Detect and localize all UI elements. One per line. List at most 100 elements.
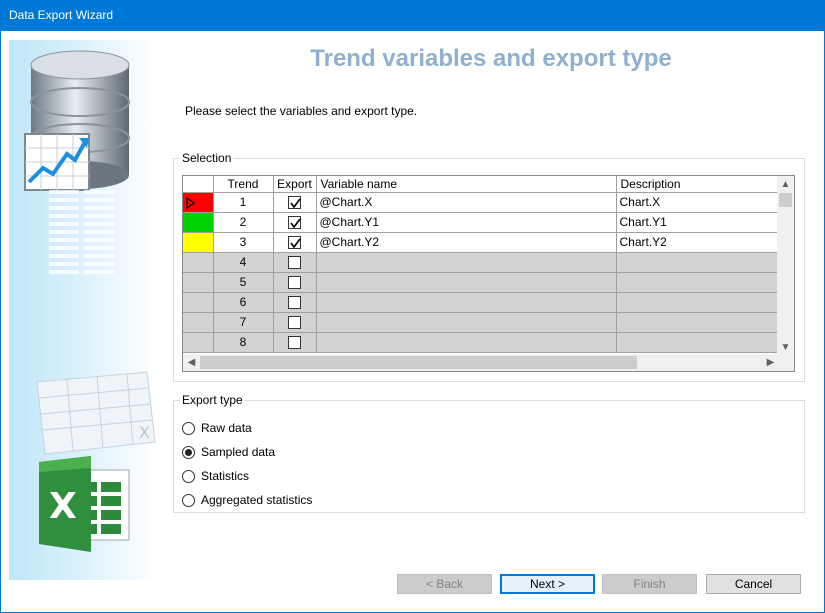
selection-group-label: Selection (180, 151, 234, 165)
export-cell[interactable] (273, 192, 317, 213)
trend-number-cell[interactable]: 6 (213, 292, 274, 313)
radio-button[interactable] (182, 469, 195, 483)
side-banner: X X (9, 40, 157, 580)
variable-name-cell[interactable]: @Chart.Y2 (316, 232, 617, 253)
export-cell[interactable] (273, 332, 317, 353)
radio-label[interactable]: Sampled data (201, 445, 275, 459)
export-checkbox[interactable] (288, 196, 301, 210)
description-cell[interactable] (616, 292, 780, 313)
trend-color-cell[interactable] (183, 232, 214, 253)
table-row[interactable]: 7 (183, 312, 780, 333)
trend-color-cell[interactable] (183, 292, 214, 313)
vertical-scroll-thumb[interactable] (779, 193, 792, 207)
trend-color-cell[interactable] (183, 192, 214, 213)
export-cell[interactable] (273, 292, 317, 313)
grid-vertical-scrollbar[interactable]: ▲ ▼ (777, 176, 794, 356)
instruction-text: Please select the variables and export t… (185, 104, 418, 118)
variable-name-cell[interactable] (316, 272, 617, 293)
export-cell[interactable] (273, 252, 317, 273)
radio-label[interactable]: Aggregated statistics (201, 493, 312, 507)
scroll-up-icon[interactable]: ▲ (777, 176, 794, 193)
trend-number-cell[interactable]: 3 (213, 232, 274, 253)
checkmark-icon (290, 198, 301, 209)
trend-number-cell[interactable]: 8 (213, 332, 274, 353)
variables-grid[interactable]: Trend Export Variable name Description 1… (182, 175, 795, 372)
column-header-description[interactable]: Description (616, 176, 780, 193)
back-button[interactable]: < Back (397, 574, 492, 594)
trend-number-cell[interactable]: 5 (213, 272, 274, 293)
finish-button[interactable]: Finish (602, 574, 697, 594)
scroll-left-icon[interactable]: ◀ (183, 354, 200, 371)
description-cell[interactable] (616, 272, 780, 293)
description-cell[interactable] (616, 312, 780, 333)
decorative-numbers (49, 190, 129, 303)
radio-button[interactable] (182, 493, 195, 507)
column-header-trend[interactable]: Trend (213, 176, 274, 193)
cancel-button[interactable]: Cancel (706, 574, 801, 594)
export-type-option[interactable]: Raw data (182, 420, 252, 436)
trend-color-cell[interactable] (183, 332, 214, 353)
export-checkbox[interactable] (288, 296, 301, 310)
radio-button[interactable] (182, 445, 195, 459)
grid-horizontal-scrollbar[interactable]: ◀ ▶ (183, 354, 779, 371)
current-row-icon (183, 195, 196, 209)
export-cell[interactable] (273, 312, 317, 333)
export-type-option[interactable]: Aggregated statistics (182, 492, 312, 508)
export-type-option[interactable]: Sampled data (182, 444, 275, 460)
table-row[interactable]: 4 (183, 252, 780, 273)
variable-name-cell[interactable] (316, 252, 617, 273)
export-checkbox[interactable] (288, 276, 301, 290)
variable-name-cell[interactable] (316, 292, 617, 313)
excel-icon: X (39, 456, 130, 552)
scroll-corner (777, 354, 794, 371)
export-checkbox[interactable] (288, 336, 301, 350)
export-checkbox[interactable] (288, 236, 301, 250)
table-row[interactable]: 5 (183, 272, 780, 293)
export-cell[interactable] (273, 232, 317, 253)
trend-color-cell[interactable] (183, 252, 214, 273)
svg-text:X: X (139, 423, 150, 442)
export-type-group-label: Export type (180, 393, 245, 407)
checkmark-icon (290, 238, 301, 249)
variable-name-cell[interactable] (316, 312, 617, 333)
radio-label[interactable]: Statistics (201, 469, 249, 483)
trend-number-cell[interactable]: 1 (213, 192, 274, 213)
variable-name-cell[interactable]: @Chart.Y1 (316, 212, 617, 233)
wizard-window: X X Trend variables and export type Plea… (0, 31, 825, 613)
radio-button[interactable] (182, 421, 195, 435)
trend-number-cell[interactable]: 4 (213, 252, 274, 273)
svg-text:X: X (49, 486, 77, 527)
trend-color-cell[interactable] (183, 212, 214, 233)
trend-number-cell[interactable]: 2 (213, 212, 274, 233)
table-row[interactable]: 2 @Chart.Y1 Chart.Y1 (183, 212, 780, 233)
export-checkbox[interactable] (288, 256, 301, 270)
table-row[interactable]: 3 @Chart.Y2 Chart.Y2 (183, 232, 780, 253)
description-cell[interactable]: Chart.X (616, 192, 780, 213)
page-title: Trend variables and export type (310, 45, 672, 72)
table-row[interactable]: 8 (183, 332, 780, 353)
trend-color-cell[interactable] (183, 272, 214, 293)
export-checkbox[interactable] (288, 316, 301, 330)
next-button[interactable]: Next > (500, 574, 595, 594)
export-type-option[interactable]: Statistics (182, 468, 249, 484)
description-cell[interactable]: Chart.Y1 (616, 212, 780, 233)
description-cell[interactable] (616, 252, 780, 273)
trend-number-cell[interactable]: 7 (213, 312, 274, 333)
row-header-corner (183, 176, 214, 193)
export-checkbox[interactable] (288, 216, 301, 230)
variable-name-cell[interactable]: @Chart.X (316, 192, 617, 213)
table-row[interactable]: 6 (183, 292, 780, 313)
radio-label[interactable]: Raw data (201, 421, 252, 435)
spreadsheet-icon: X (36, 371, 156, 455)
description-cell[interactable]: Chart.Y2 (616, 232, 780, 253)
variable-name-cell[interactable] (316, 332, 617, 353)
description-cell[interactable] (616, 332, 780, 353)
export-cell[interactable] (273, 272, 317, 293)
export-cell[interactable] (273, 212, 317, 233)
horizontal-scroll-thumb[interactable] (200, 356, 637, 369)
column-header-variable[interactable]: Variable name (316, 176, 617, 193)
chart-icon (24, 133, 90, 191)
table-row[interactable]: 1 @Chart.X Chart.X (183, 192, 780, 213)
column-header-export[interactable]: Export (273, 176, 317, 193)
trend-color-cell[interactable] (183, 312, 214, 333)
